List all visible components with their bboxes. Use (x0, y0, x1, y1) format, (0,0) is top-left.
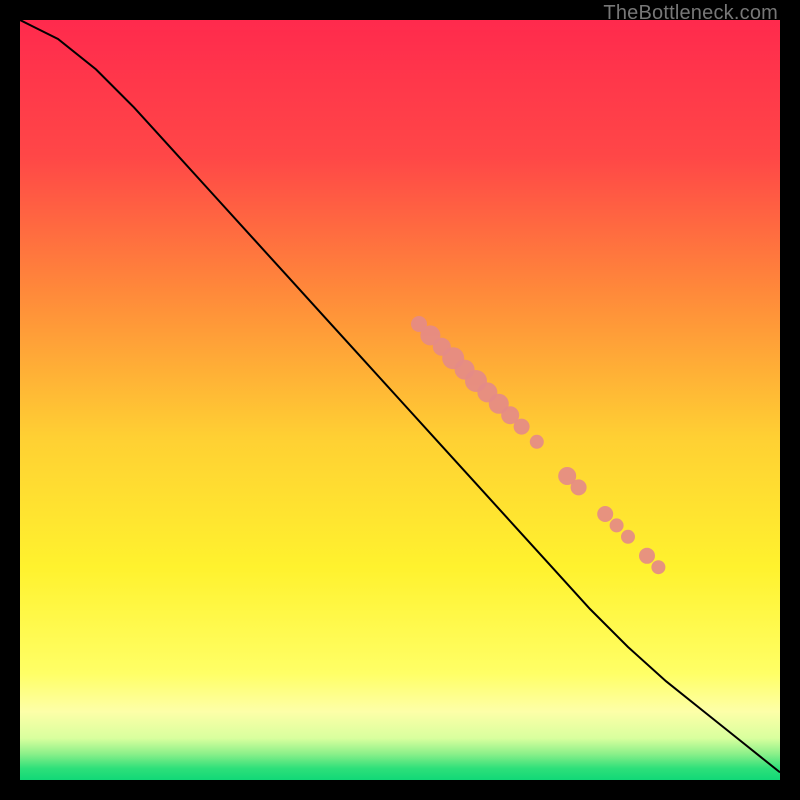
scatter-point (610, 518, 624, 532)
scatter-point (514, 419, 530, 435)
scatter-point (651, 560, 665, 574)
scatter-point (571, 479, 587, 495)
scatter-point (621, 530, 635, 544)
scatter-point (639, 548, 655, 564)
scatter-point (597, 506, 613, 522)
chart-svg (20, 20, 780, 780)
scatter-point (530, 435, 544, 449)
chart-frame (20, 20, 780, 780)
